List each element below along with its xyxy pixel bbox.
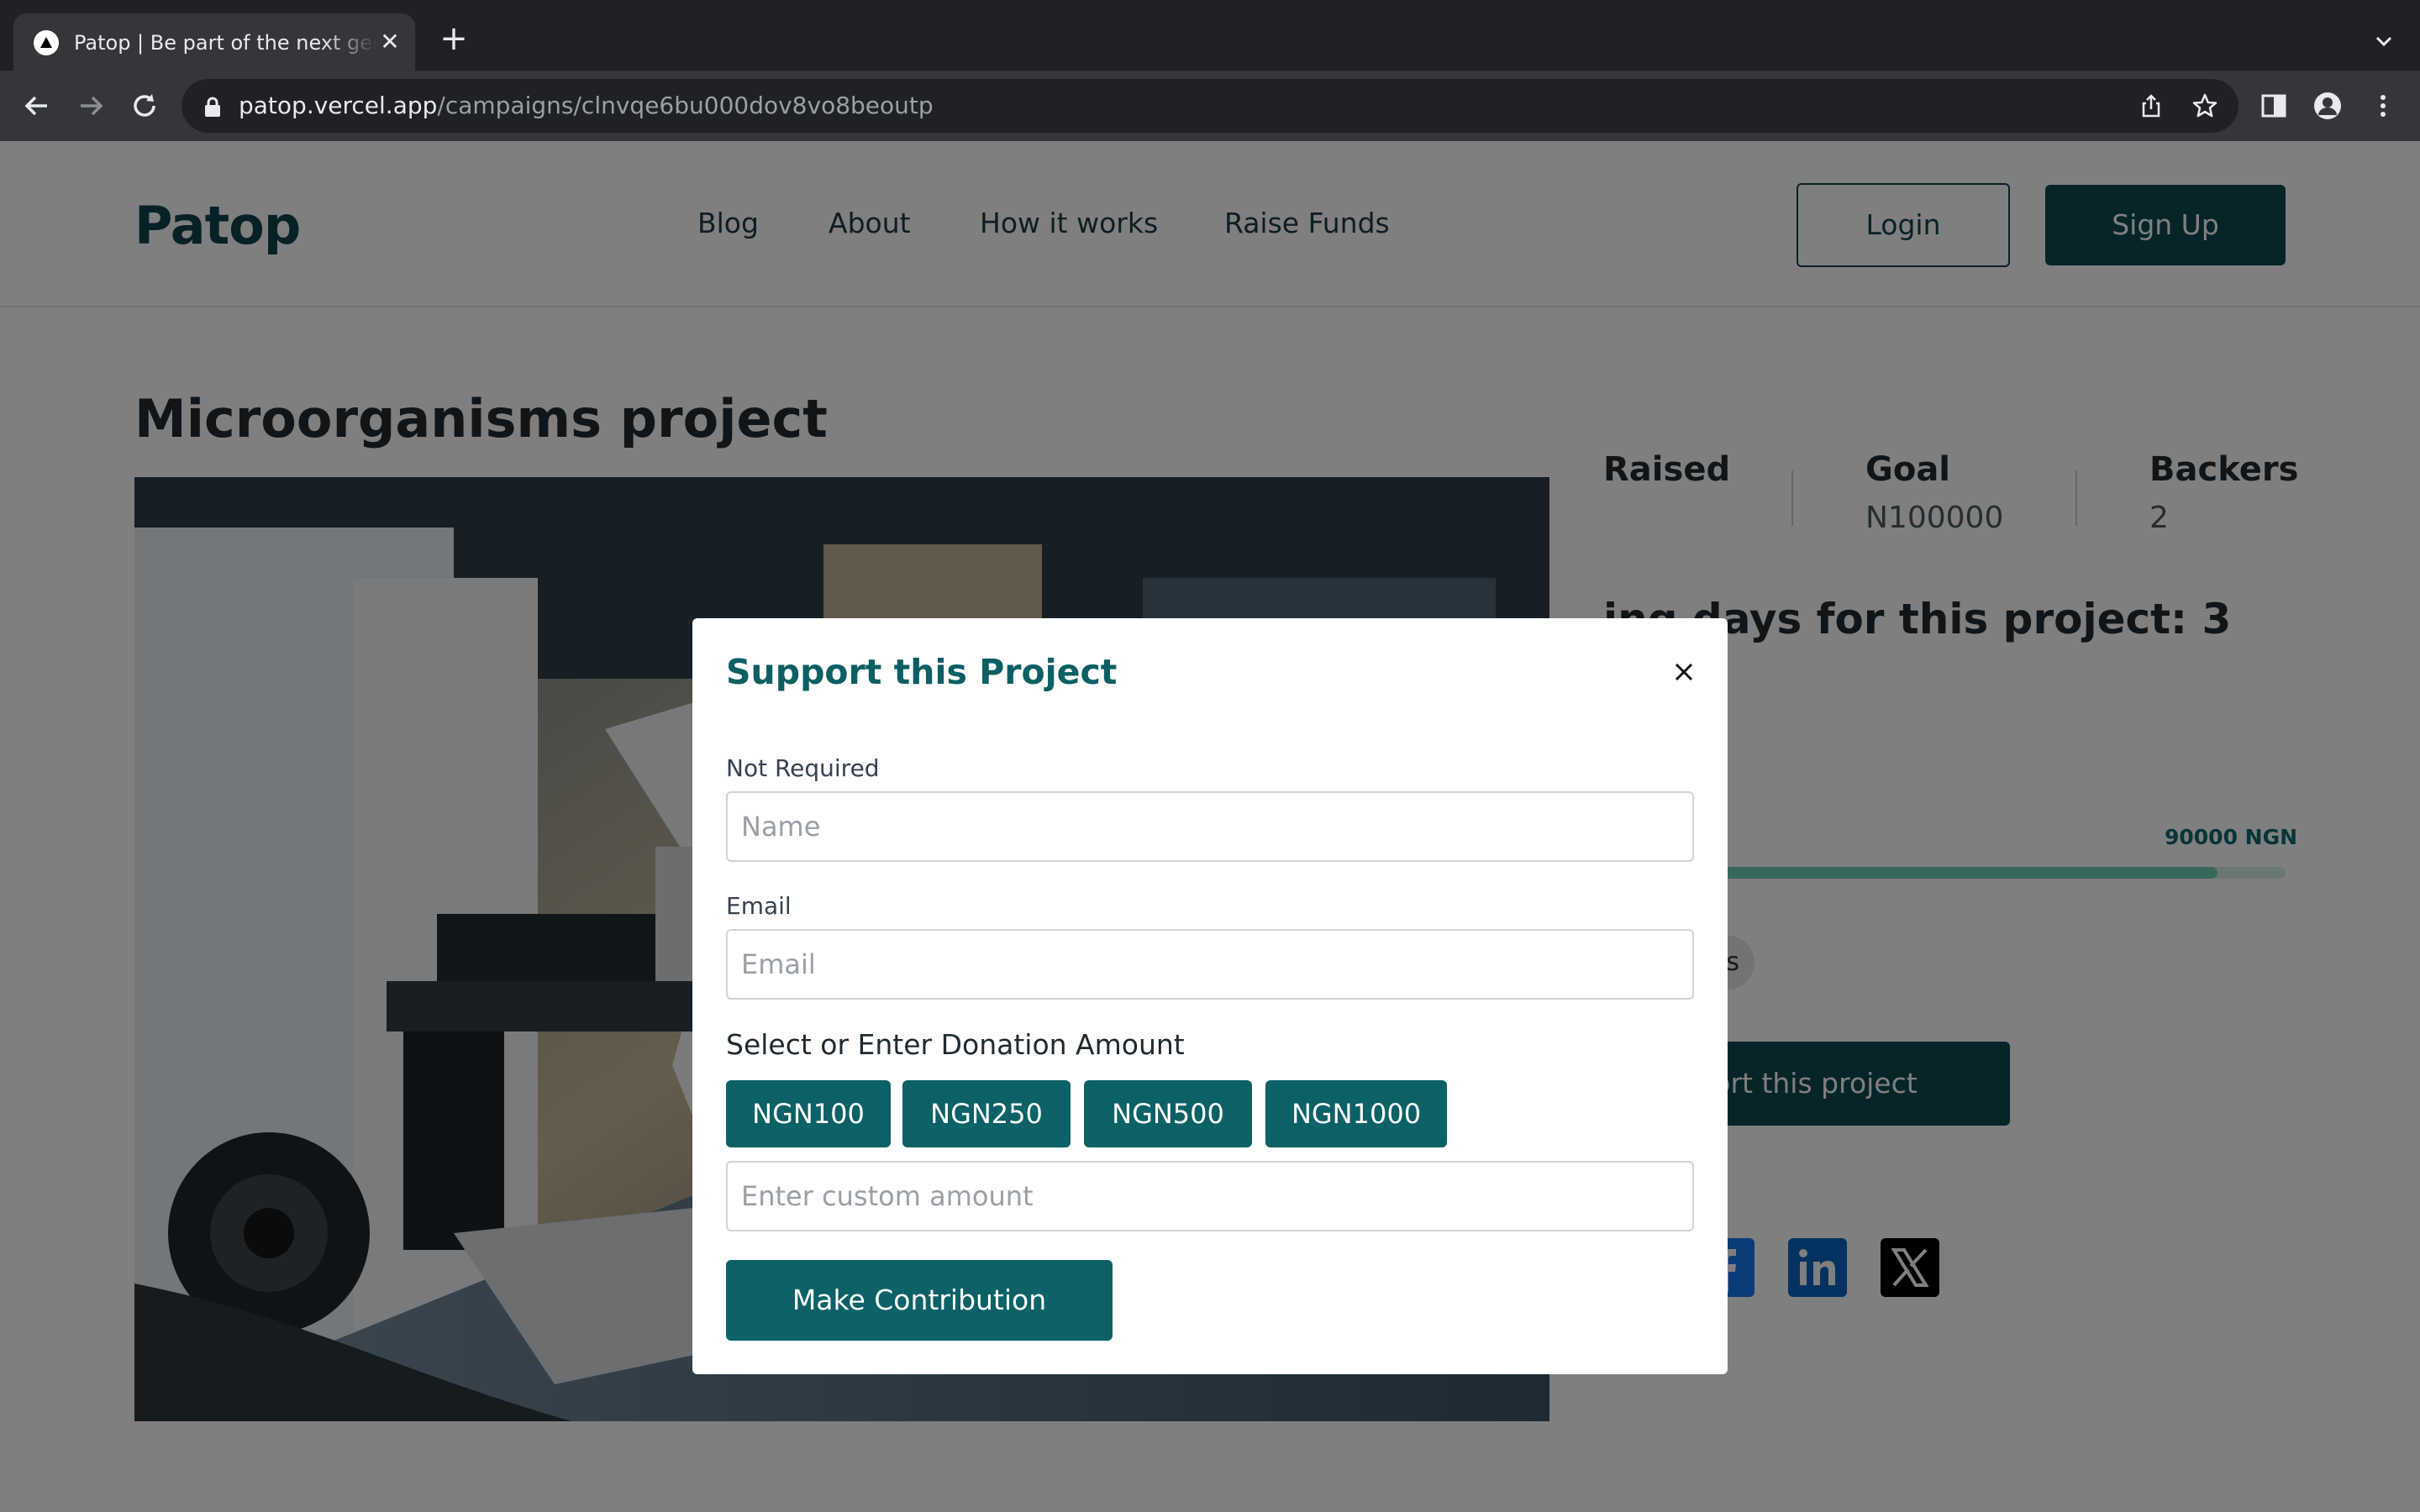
modal-title: Support this Project [726, 652, 1118, 692]
email-field[interactable] [726, 929, 1694, 1000]
profile-avatar-icon[interactable] [2312, 91, 2343, 121]
make-contribution-button[interactable]: Make Contribution [726, 1260, 1113, 1341]
reload-icon[interactable] [126, 87, 163, 124]
tab-search-chevron-icon[interactable] [2371, 29, 2396, 54]
browser-tab-strip: Patop | Be part of the next generation ✕… [0, 0, 2420, 71]
browser-tab[interactable]: Patop | Be part of the next generation ✕ [13, 13, 415, 71]
share-icon[interactable] [2138, 92, 2165, 119]
vercel-favicon-icon [34, 30, 59, 55]
forward-icon[interactable] [72, 87, 109, 124]
email-field-label: Email [726, 892, 792, 920]
address-bar[interactable]: patop.vercel.app/campaigns/clnvqe6bu000d… [182, 79, 2238, 133]
donation-amount-label: Select or Enter Donation Amount [726, 1028, 1185, 1061]
name-field-label: Not Required [726, 754, 880, 782]
amount-option-ngn1000[interactable]: NGN1000 [1265, 1080, 1447, 1147]
amount-option-ngn100[interactable]: NGN100 [726, 1080, 891, 1147]
page-viewport: Patop Blog About How it works Raise Fund… [0, 141, 2420, 1512]
amount-option-ngn500[interactable]: NGN500 [1084, 1080, 1252, 1147]
browser-menu-icon[interactable] [2368, 91, 2398, 121]
new-tab-icon[interactable]: + [437, 22, 471, 57]
name-field[interactable] [726, 791, 1694, 862]
back-icon[interactable] [18, 87, 55, 124]
lock-icon [203, 96, 222, 121]
bookmark-star-icon[interactable] [2191, 92, 2218, 119]
url-text: patop.vercel.app/campaigns/clnvqe6bu000d… [239, 92, 934, 119]
close-icon[interactable] [1670, 659, 1697, 685]
tab-title: Patop | Be part of the next generation [74, 31, 376, 55]
amount-option-ngn250[interactable]: NGN250 [902, 1080, 1071, 1147]
browser-toolbar: patop.vercel.app/campaigns/clnvqe6bu000d… [0, 71, 2420, 141]
tab-close-icon[interactable]: ✕ [376, 29, 403, 55]
custom-amount-input[interactable] [726, 1161, 1694, 1231]
support-modal: Support this Project Not Required Email … [692, 618, 1728, 1374]
side-panel-icon[interactable] [2259, 91, 2289, 121]
